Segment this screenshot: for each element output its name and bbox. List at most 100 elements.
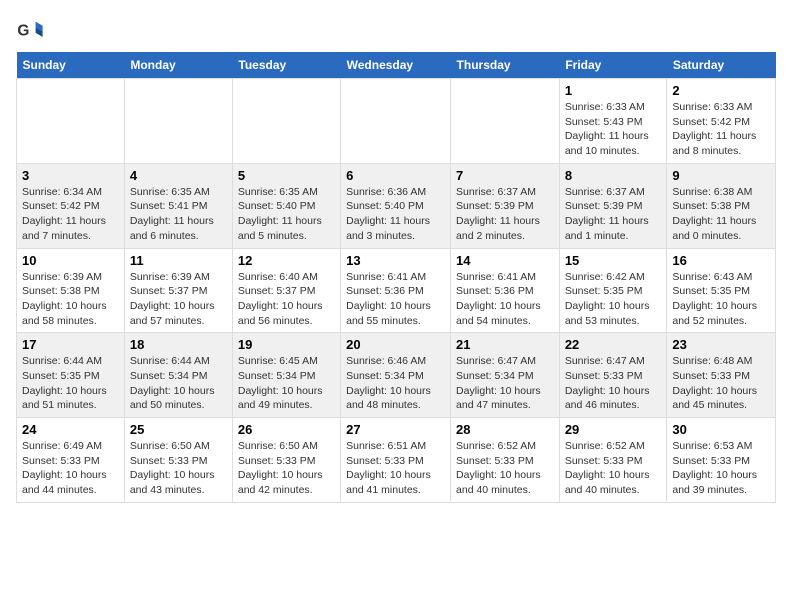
day-number: 18: [130, 337, 227, 352]
week-row-3: 10Sunrise: 6:39 AMSunset: 5:38 PMDayligh…: [17, 248, 776, 333]
calendar-cell: 12 Sunrise: 6:40 AMSunset: 5:37 PMDayligh…: [232, 248, 340, 333]
day-number: 19: [238, 337, 335, 352]
header-day-tuesday: Tuesday: [232, 52, 340, 79]
calendar-cell: 4Sunrise: 6:35 AMSunset: 5:41 PMDaylight…: [124, 163, 232, 248]
calendar-cell: 18 Sunrise: 6:44 AMSunset: 5:34 PMDayligh…: [124, 333, 232, 418]
calendar-cell: 14 Sunrise: 6:41 AMSunset: 5:36 PMDayligh…: [451, 248, 560, 333]
calendar-cell: 27 Sunrise: 6:51 AMSunset: 5:33 PMDayligh…: [341, 418, 451, 503]
day-detail: Sunrise: 6:50 AMSunset: 5:33 PMDaylight:…: [238, 439, 335, 498]
day-detail: Sunrise: 6:38 AMSunset: 5:38 PMDaylight:…: [672, 185, 770, 244]
calendar-cell: 16 Sunrise: 6:43 AMSunset: 5:35 PMDayligh…: [667, 248, 776, 333]
day-detail: Sunrise: 6:51 AMSunset: 5:33 PMDaylight:…: [346, 439, 445, 498]
day-number: 25: [130, 422, 227, 437]
calendar-cell: 1Sunrise: 6:33 AMSunset: 5:43 PMDaylight…: [559, 79, 667, 164]
calendar-cell: 20Sunrise: 6:46 AMSunset: 5:34 PMDayligh…: [341, 333, 451, 418]
day-detail: Sunrise: 6:36 AMSunset: 5:40 PMDaylight:…: [346, 185, 445, 244]
day-number: 17: [22, 337, 119, 352]
calendar-cell: 17 Sunrise: 6:44 AMSunset: 5:35 PMDayligh…: [17, 333, 125, 418]
day-number: 7: [456, 168, 554, 183]
day-detail: Sunrise: 6:47 AMSunset: 5:33 PMDaylight:…: [565, 354, 662, 413]
day-number: 12: [238, 253, 335, 268]
day-number: 10: [22, 253, 119, 268]
calendar-cell: 13Sunrise: 6:41 AMSunset: 5:36 PMDayligh…: [341, 248, 451, 333]
calendar-body: 1Sunrise: 6:33 AMSunset: 5:43 PMDaylight…: [17, 79, 776, 503]
day-detail: Sunrise: 6:35 AMSunset: 5:40 PMDaylight:…: [238, 185, 335, 244]
logo: G: [16, 16, 48, 44]
day-number: 8: [565, 168, 662, 183]
day-detail: Sunrise: 6:47 AMSunset: 5:34 PMDaylight:…: [456, 354, 554, 413]
calendar-cell: 28Sunrise: 6:52 AMSunset: 5:33 PMDayligh…: [451, 418, 560, 503]
day-number: 6: [346, 168, 445, 183]
calendar-cell: 30 Sunrise: 6:53 AMSunset: 5:33 PMDayligh…: [667, 418, 776, 503]
day-number: 22: [565, 337, 662, 352]
day-detail: Sunrise: 6:48 AMSunset: 5:33 PMDaylight:…: [672, 354, 770, 413]
calendar-cell: 5 Sunrise: 6:35 AMSunset: 5:40 PMDaylight…: [232, 163, 340, 248]
calendar-cell: 29 Sunrise: 6:52 AMSunset: 5:33 PMDayligh…: [559, 418, 667, 503]
calendar-cell: 7 Sunrise: 6:37 AMSunset: 5:39 PMDaylight…: [451, 163, 560, 248]
day-number: 16: [672, 253, 770, 268]
calendar-cell: [451, 79, 560, 164]
calendar-cell: 2 Sunrise: 6:33 AMSunset: 5:42 PMDaylight…: [667, 79, 776, 164]
logo-icon: G: [16, 16, 44, 44]
day-number: 26: [238, 422, 335, 437]
svg-text:G: G: [17, 23, 29, 40]
calendar-cell: 26 Sunrise: 6:50 AMSunset: 5:33 PMDayligh…: [232, 418, 340, 503]
day-number: 29: [565, 422, 662, 437]
day-detail: Sunrise: 6:43 AMSunset: 5:35 PMDaylight:…: [672, 270, 770, 329]
calendar-header: SundayMondayTuesdayWednesdayThursdayFrid…: [17, 52, 776, 79]
header-day-friday: Friday: [559, 52, 667, 79]
day-number: 23: [672, 337, 770, 352]
header: G: [16, 16, 776, 44]
day-number: 11: [130, 253, 227, 268]
day-number: 14: [456, 253, 554, 268]
day-detail: Sunrise: 6:37 AMSunset: 5:39 PMDaylight:…: [456, 185, 554, 244]
day-detail: Sunrise: 6:44 AMSunset: 5:34 PMDaylight:…: [130, 354, 227, 413]
calendar-cell: 21 Sunrise: 6:47 AMSunset: 5:34 PMDayligh…: [451, 333, 560, 418]
day-number: 30: [672, 422, 770, 437]
calendar-cell: 19Sunrise: 6:45 AMSunset: 5:34 PMDayligh…: [232, 333, 340, 418]
header-day-thursday: Thursday: [451, 52, 560, 79]
day-detail: Sunrise: 6:37 AMSunset: 5:39 PMDaylight:…: [565, 185, 662, 244]
calendar-cell: 9 Sunrise: 6:38 AMSunset: 5:38 PMDaylight…: [667, 163, 776, 248]
header-day-wednesday: Wednesday: [341, 52, 451, 79]
week-row-1: 1Sunrise: 6:33 AMSunset: 5:43 PMDaylight…: [17, 79, 776, 164]
header-day-saturday: Saturday: [667, 52, 776, 79]
day-detail: Sunrise: 6:41 AMSunset: 5:36 PMDaylight:…: [456, 270, 554, 329]
day-detail: Sunrise: 6:53 AMSunset: 5:33 PMDaylight:…: [672, 439, 770, 498]
day-number: 24: [22, 422, 119, 437]
day-detail: Sunrise: 6:40 AMSunset: 5:37 PMDaylight:…: [238, 270, 335, 329]
week-row-4: 17 Sunrise: 6:44 AMSunset: 5:35 PMDayligh…: [17, 333, 776, 418]
day-number: 15: [565, 253, 662, 268]
calendar-cell: 3 Sunrise: 6:34 AMSunset: 5:42 PMDaylight…: [17, 163, 125, 248]
day-number: 13: [346, 253, 445, 268]
day-detail: Sunrise: 6:35 AMSunset: 5:41 PMDaylight:…: [130, 185, 227, 244]
day-detail: Sunrise: 6:33 AMSunset: 5:43 PMDaylight:…: [565, 100, 662, 159]
day-detail: Sunrise: 6:34 AMSunset: 5:42 PMDaylight:…: [22, 185, 119, 244]
day-detail: Sunrise: 6:42 AMSunset: 5:35 PMDaylight:…: [565, 270, 662, 329]
header-day-monday: Monday: [124, 52, 232, 79]
day-detail: Sunrise: 6:46 AMSunset: 5:34 PMDaylight:…: [346, 354, 445, 413]
day-number: 2: [672, 83, 770, 98]
calendar-cell: [341, 79, 451, 164]
calendar-cell: [124, 79, 232, 164]
calendar-cell: 23 Sunrise: 6:48 AMSunset: 5:33 PMDayligh…: [667, 333, 776, 418]
calendar-cell: 22 Sunrise: 6:47 AMSunset: 5:33 PMDayligh…: [559, 333, 667, 418]
calendar-cell: 15 Sunrise: 6:42 AMSunset: 5:35 PMDayligh…: [559, 248, 667, 333]
day-number: 5: [238, 168, 335, 183]
calendar-cell: 24Sunrise: 6:49 AMSunset: 5:33 PMDayligh…: [17, 418, 125, 503]
day-detail: Sunrise: 6:39 AMSunset: 5:37 PMDaylight:…: [130, 270, 227, 329]
day-detail: Sunrise: 6:52 AMSunset: 5:33 PMDaylight:…: [565, 439, 662, 498]
day-number: 21: [456, 337, 554, 352]
calendar-cell: [17, 79, 125, 164]
calendar-cell: 25Sunrise: 6:50 AMSunset: 5:33 PMDayligh…: [124, 418, 232, 503]
calendar-cell: [232, 79, 340, 164]
week-row-5: 24Sunrise: 6:49 AMSunset: 5:33 PMDayligh…: [17, 418, 776, 503]
calendar-cell: 11 Sunrise: 6:39 AMSunset: 5:37 PMDayligh…: [124, 248, 232, 333]
day-detail: Sunrise: 6:33 AMSunset: 5:42 PMDaylight:…: [672, 100, 770, 159]
day-number: 9: [672, 168, 770, 183]
day-number: 3: [22, 168, 119, 183]
calendar-table: SundayMondayTuesdayWednesdayThursdayFrid…: [16, 52, 776, 503]
calendar-cell: 8 Sunrise: 6:37 AMSunset: 5:39 PMDaylight…: [559, 163, 667, 248]
day-detail: Sunrise: 6:44 AMSunset: 5:35 PMDaylight:…: [22, 354, 119, 413]
day-number: 27: [346, 422, 445, 437]
